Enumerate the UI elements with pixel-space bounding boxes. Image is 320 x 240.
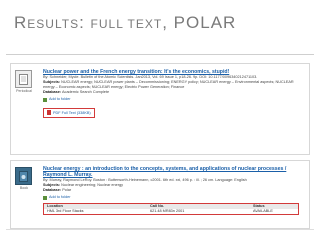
database-label: Database: xyxy=(43,188,62,192)
slide-title: RESULTS: FULL TEXT, POLAR xyxy=(14,13,314,47)
add-to-folder-label: Add to folder xyxy=(49,97,71,101)
pdf-full-text-link[interactable]: PDF Full Text (338KB) xyxy=(43,107,95,118)
title-part-results: ESULTS xyxy=(27,17,80,31)
subjects-label: Subjects: xyxy=(43,80,61,84)
result-card-periodical: Periodical Nuclear power and the French … xyxy=(10,63,310,155)
result-title-link[interactable]: Nuclear energy : an introduction to the … xyxy=(43,166,303,178)
title-divider xyxy=(6,54,314,55)
cell-call-number: 621.48 MR83n 2001 xyxy=(150,209,185,213)
database-value: Academic Search Complete xyxy=(62,90,110,94)
result-subjects: Subjects: NUCLEAR energy; NUCLEAR power … xyxy=(43,80,303,90)
subjects-value: NUCLEAR energy; NUCLEAR power plants – D… xyxy=(43,80,294,89)
book-cover-icon xyxy=(15,167,32,185)
add-folder-icon xyxy=(43,195,47,200)
pdf-icon xyxy=(47,110,51,115)
result-database: Database: Polar xyxy=(43,188,303,193)
add-to-folder-label: Add to folder xyxy=(49,195,71,199)
database-value: Polar xyxy=(62,188,72,192)
availability-row: HML 3rd Floor Stacks 621.48 MR83n 2001 A… xyxy=(44,209,298,214)
result-thumbnail: Periodical xyxy=(15,70,33,93)
add-to-folder-link[interactable]: Add to folder xyxy=(43,97,303,102)
add-folder-icon xyxy=(43,97,47,102)
subjects-value: Nuclear engineering; Nuclear energy xyxy=(61,183,123,187)
footer-divider xyxy=(6,229,314,230)
title-part-polar: POLAR xyxy=(173,13,237,32)
database-label: Database: xyxy=(43,90,62,94)
pdf-full-text-label: PDF Full Text (338KB) xyxy=(53,110,91,115)
title-part-full-text: FULL TEXT xyxy=(90,17,163,31)
subjects-label: Subjects: xyxy=(43,183,61,187)
result-database: Database: Academic Search Complete xyxy=(43,90,303,95)
result-type-label: Book xyxy=(19,186,29,190)
result-type-label: Periodical xyxy=(16,89,32,93)
periodical-icon xyxy=(15,70,32,88)
availability-table: Location Call No. Status HML 3rd Floor S… xyxy=(43,203,299,215)
result-thumbnail: Book xyxy=(15,167,33,190)
cell-status: AVAILABLE xyxy=(253,209,273,213)
title-part-comma: , xyxy=(162,13,174,32)
add-to-folder-link[interactable]: Add to folder xyxy=(43,195,303,200)
title-part-r: R xyxy=(14,13,28,32)
title-part-colon: : xyxy=(79,13,91,32)
result-card-book: Book Nuclear energy : an introduction to… xyxy=(10,160,310,229)
cell-location: HML 3rd Floor Stacks xyxy=(47,209,84,213)
